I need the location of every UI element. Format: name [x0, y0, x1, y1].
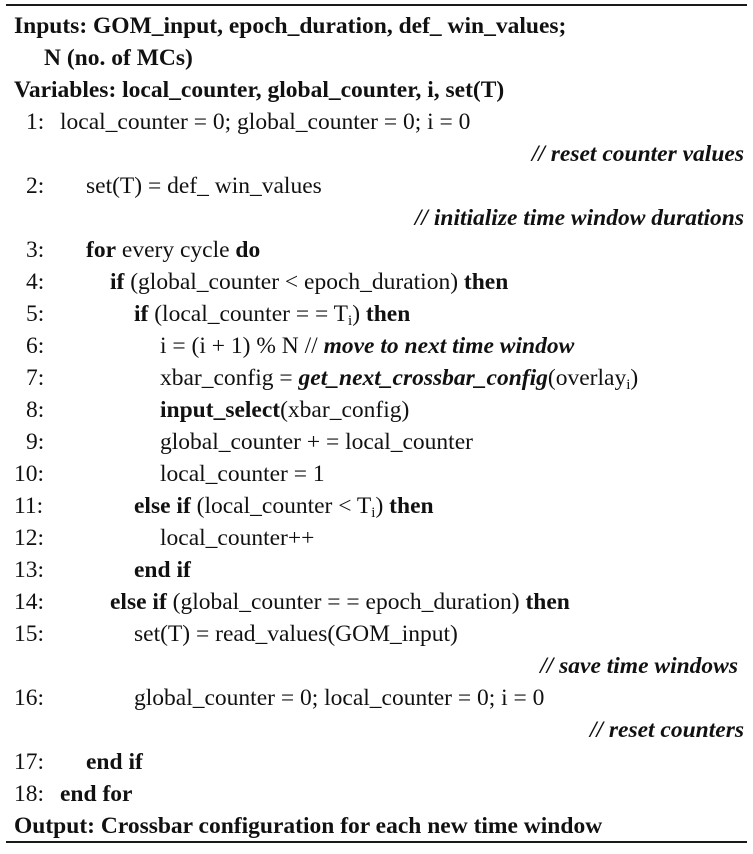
variables-line: Variables: local_counter, global_counter…	[14, 74, 744, 106]
keyword: end for	[60, 781, 133, 807]
output-value: Crossbar configuration for each new time…	[100, 813, 603, 839]
algo-line-9: 9: global_counter + = local_counter	[14, 426, 744, 458]
algo-line-12: 12: local_counter++	[14, 522, 744, 554]
algo-line-8: 8: input_select(xbar_config)	[14, 394, 744, 426]
line-text-tail: )	[352, 301, 366, 327]
line-number: 3:	[26, 237, 45, 263]
line-text-tail: )	[375, 493, 390, 519]
keyword: end if	[134, 557, 191, 583]
keyword: else if	[134, 493, 191, 519]
line-text: global_counter = 0; local_counter = 0; i…	[134, 685, 545, 711]
line-text-args: (overlay	[547, 365, 627, 391]
comment-text: // reset counter values	[531, 141, 744, 167]
algo-line-5: 5: if (local_counter = = Ti) then	[14, 298, 744, 330]
algo-line-13: 13: end if	[14, 554, 744, 586]
line-text-tail: )	[630, 365, 639, 391]
inputs-continuation-line: N (no. of MCs)	[14, 42, 744, 74]
keyword: else if	[110, 589, 167, 615]
top-rule	[6, 4, 747, 6]
line-number: 7:	[26, 365, 45, 391]
line-text: set(T) = def_ win_values	[86, 173, 322, 199]
line-number: 4:	[26, 269, 45, 295]
output-line: Output: Crossbar configuration for each …	[14, 810, 744, 842]
variables-label: Variables:	[14, 77, 117, 103]
line-text: (global_counter < epoch_duration)	[124, 269, 464, 295]
line-text: (local_counter < T	[190, 493, 372, 519]
output-label: Output:	[14, 813, 95, 839]
line-number: 2:	[26, 173, 45, 199]
algo-line-15: 15: set(T) = read_values(GOM_input)	[14, 618, 744, 650]
function-name: input_select	[160, 397, 281, 423]
line-text: xbar_config =	[160, 365, 299, 391]
algorithm-box: Inputs: GOM_input, epoch_duration, def_ …	[6, 0, 747, 854]
bottom-rule	[6, 841, 747, 843]
algo-comment-1: // reset counter values	[14, 138, 744, 170]
variables-value: local_counter, global_counter, i, set(T)	[122, 77, 505, 103]
line-text: local_counter = 0; global_counter = 0; i…	[60, 109, 471, 135]
line-text: local_counter++	[160, 525, 315, 551]
algo-line-11: 11: else if (local_counter < Ti) then	[14, 490, 744, 522]
algo-line-3: 3: for every cycle do	[14, 234, 744, 266]
line-number: 15:	[14, 621, 45, 647]
keyword: then	[463, 269, 509, 295]
keyword: for	[86, 237, 117, 263]
algo-line-17: 17: end if	[14, 746, 744, 778]
line-number: 5:	[26, 301, 45, 327]
line-number: 6:	[26, 333, 45, 359]
line-number: 16:	[14, 685, 45, 711]
line-number: 17:	[14, 749, 45, 775]
line-number: 10:	[14, 461, 45, 487]
inputs-continuation: N (no. of MCs)	[44, 45, 193, 71]
line-text: (global_counter = = epoch_duration)	[166, 589, 526, 615]
line-number: 8:	[26, 397, 45, 423]
algo-line-10: 10: local_counter = 1	[14, 458, 744, 490]
keyword: end if	[86, 749, 143, 775]
inputs-line: Inputs: GOM_input, epoch_duration, def_ …	[14, 10, 744, 42]
line-number: 18:	[14, 781, 45, 807]
line-number: 13:	[14, 557, 45, 583]
keyword: if	[134, 301, 149, 327]
line-text: (xbar_config)	[280, 397, 410, 423]
algo-line-2: 2: set(T) = def_ win_values	[14, 170, 744, 202]
algo-line-6: 6: i = (i + 1) % N // move to next time …	[14, 330, 744, 362]
line-number: 11:	[14, 493, 44, 519]
keyword: then	[525, 589, 570, 615]
line-text: (local_counter = = T	[148, 301, 349, 327]
comment-text: // reset counters	[589, 717, 744, 743]
function-name: get_next_crossbar_config	[298, 365, 548, 391]
comment-text: // save time windows	[540, 653, 738, 679]
line-text: local_counter = 1	[160, 461, 325, 487]
algo-line-16: 16: global_counter = 0; local_counter = …	[14, 682, 744, 714]
algo-line-7: 7: xbar_config = get_next_crossbar_confi…	[14, 362, 744, 394]
algo-line-14: 14: else if (global_counter = = epoch_du…	[14, 586, 744, 618]
keyword: then	[389, 493, 434, 519]
line-text: global_counter + = local_counter	[160, 429, 473, 455]
comment-text: // initialize time window durations	[414, 205, 744, 231]
algo-comment-15: // save time windows	[14, 650, 744, 682]
algo-line-18: 18: end for	[14, 778, 744, 810]
inputs-label: Inputs:	[14, 13, 88, 39]
algo-comment-16: // reset counters	[14, 714, 744, 746]
algo-line-4: 4: if (global_counter < epoch_duration) …	[14, 266, 744, 298]
line-number: 12:	[14, 525, 45, 551]
algo-line-1: 1: local_counter = 0; global_counter = 0…	[14, 106, 744, 138]
inputs-value: GOM_input, epoch_duration, def_ win_valu…	[93, 13, 567, 39]
comment-text: move to next time window	[323, 333, 575, 359]
keyword: then	[365, 301, 411, 327]
keyword: if	[110, 269, 125, 295]
line-number: 14:	[14, 589, 45, 615]
line-number: 9:	[26, 429, 45, 455]
line-text: every cycle	[116, 237, 236, 263]
line-text: set(T) = read_values(GOM_input)	[134, 621, 458, 647]
algo-comment-2: // initialize time window durations	[14, 202, 744, 234]
line-text: i = (i + 1) % N //	[160, 333, 324, 359]
keyword: do	[235, 237, 261, 263]
